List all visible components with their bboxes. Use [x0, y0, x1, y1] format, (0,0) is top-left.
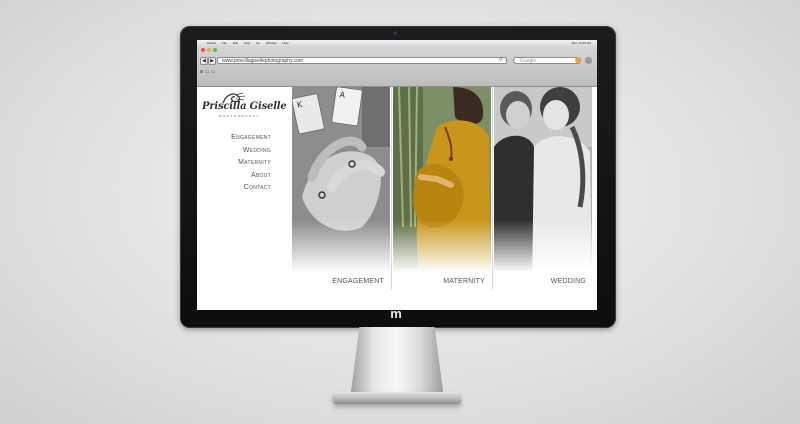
- nav-about[interactable]: About: [231, 170, 271, 183]
- minimize-window-icon[interactable]: [207, 48, 211, 52]
- camera-icon: [393, 31, 397, 35]
- nav-wedding[interactable]: Wedding: [231, 145, 271, 158]
- settings-icon[interactable]: [585, 57, 592, 64]
- menu-file[interactable]: File: [222, 41, 227, 45]
- bookmarks-bar[interactable]: ⊞ ☐ ☐: [200, 69, 215, 74]
- brand-name[interactable]: Priscilla Giselle: [202, 101, 287, 112]
- nav-engagement[interactable]: Engagement: [231, 132, 271, 145]
- address-bar[interactable]: www.priscillagisellephotography.com: [217, 57, 507, 64]
- panel-label-maternity[interactable]: MATERNITY: [443, 278, 485, 285]
- panel-wedding[interactable]: WEDDING: [494, 87, 592, 290]
- back-button[interactable]: ◀: [200, 57, 208, 65]
- screen: Firefox File Edit View Go Window Help Mo…: [197, 40, 597, 310]
- panel-divider: [492, 87, 493, 290]
- panel-label-engagement[interactable]: ENGAGEMENT: [332, 278, 384, 285]
- panel-engagement[interactable]: K A ENGAGEMENT: [292, 87, 390, 290]
- zoom-window-icon[interactable]: [213, 48, 217, 52]
- website: Priscilla Giselle PHOTOGRAPHY Engagement…: [197, 87, 597, 310]
- nav-maternity[interactable]: Maternity: [231, 157, 271, 170]
- menu-window[interactable]: Window: [266, 41, 277, 45]
- refresh-icon[interactable]: ⟳: [499, 57, 503, 63]
- brand-subtitle: PHOTOGRAPHY: [219, 114, 260, 118]
- menu-app[interactable]: Firefox: [207, 41, 216, 45]
- site-nav: Engagement Wedding Maternity About Conta…: [231, 132, 271, 195]
- browser-toolbar: ◀ ▶ www.priscillagisellephotography.com …: [197, 46, 597, 87]
- search-engine-icon[interactable]: [575, 57, 581, 63]
- panel-maternity[interactable]: MATERNITY: [393, 87, 491, 290]
- menu-help[interactable]: Help: [282, 41, 288, 45]
- menu-view[interactable]: View: [244, 41, 250, 45]
- nav-contact[interactable]: Contact: [231, 182, 271, 195]
- panel-label-wedding[interactable]: WEDDING: [551, 278, 586, 285]
- monitor-stand-base: [333, 392, 461, 404]
- search-input[interactable]: Google: [513, 57, 581, 64]
- forward-button[interactable]: ▶: [208, 57, 216, 65]
- panel-divider: [391, 87, 392, 290]
- monitor-stand-neck: [350, 327, 444, 399]
- menu-edit[interactable]: Edit: [233, 41, 238, 45]
- menu-go[interactable]: Go: [256, 41, 260, 45]
- close-window-icon[interactable]: [201, 48, 205, 52]
